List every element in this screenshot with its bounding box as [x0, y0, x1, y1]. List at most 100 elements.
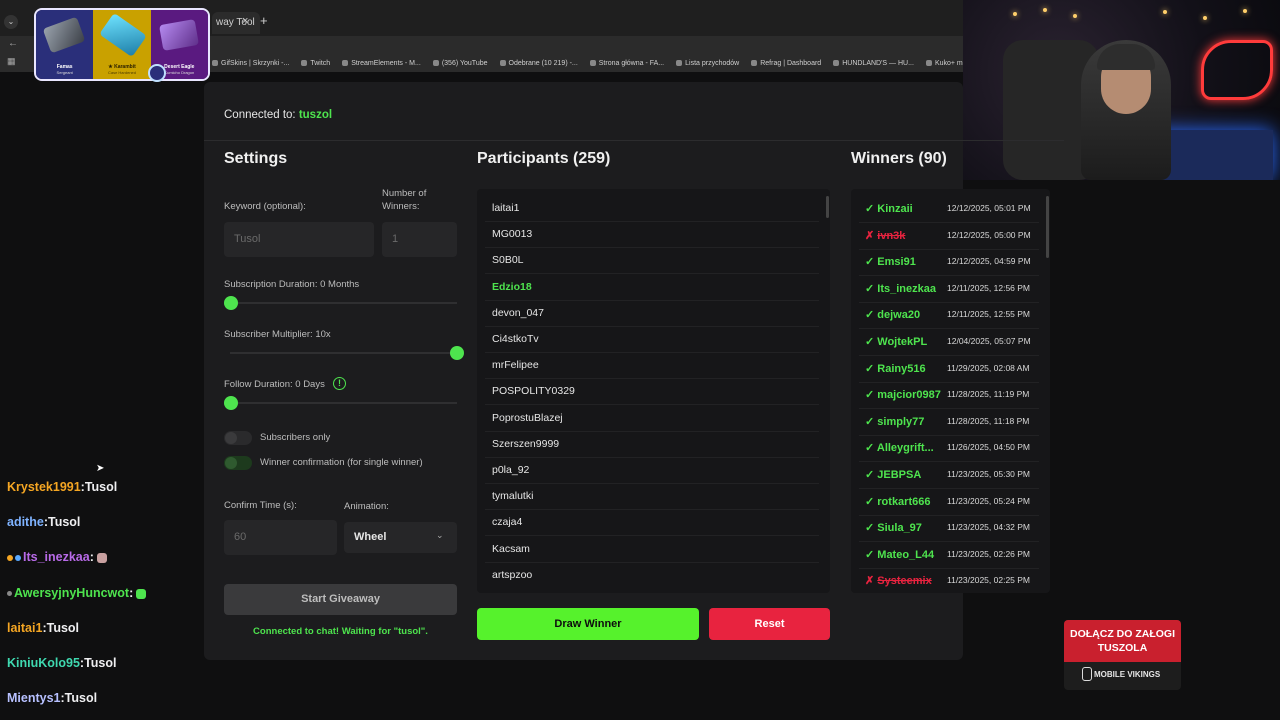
participant-row[interactable]: Szerszen9999 [492, 438, 818, 450]
winner-row[interactable]: ✓ majcior0987 11/28/2025, 11:19 PM [865, 388, 1045, 402]
winner-row[interactable]: ✓ Its_inezkaa 12/11/2025, 12:56 PM [865, 282, 1045, 296]
bookmark-item[interactable]: Refrag | Dashboard [751, 60, 821, 67]
info-icon[interactable]: ! [333, 377, 346, 390]
winner-name: WojtekPL [877, 336, 928, 348]
participant-row[interactable]: MG0013 [492, 228, 818, 240]
winner-name: rotkart666 [877, 495, 931, 508]
back-arrow-icon[interactable]: ← [8, 38, 18, 49]
bookmark-item[interactable]: (356) YouTube [432, 60, 488, 67]
chat-emote-icon [136, 588, 147, 599]
chat-separator: : [89, 550, 94, 564]
participant-row[interactable]: Kacsam [492, 543, 818, 555]
chat-username[interactable]: adithe [7, 515, 44, 529]
check-icon: ✓ [865, 522, 875, 535]
new-tab-button[interactable]: + [260, 13, 268, 28]
chat-username[interactable]: Mientys1 [7, 691, 61, 705]
participant-row[interactable]: Ci4stkoTv [492, 333, 818, 345]
row-divider [859, 488, 1039, 489]
check-icon: ✓ [865, 336, 875, 348]
chat-text: Tusol [46, 621, 80, 635]
winners-count-input[interactable]: 1 [382, 222, 457, 257]
participant-row[interactable]: artspzoo [492, 569, 818, 581]
row-divider [485, 378, 819, 380]
subscribers-only-toggle[interactable] [224, 431, 252, 445]
winner-row[interactable]: ✓ Alleygrift... 11/26/2025, 04:50 PM [865, 441, 1045, 455]
winner-row[interactable]: ✗ ivn3k 12/12/2025, 05:00 PM [865, 229, 1045, 243]
bookmark-item[interactable]: Kuko+ mata dla psa... [925, 60, 963, 67]
chat-message: Its_inezkaa: [7, 550, 107, 564]
winner-row[interactable]: ✓ Rainy516 11/29/2025, 02:08 AM [865, 362, 1045, 376]
sub-duration-slider-knob[interactable] [224, 296, 238, 310]
confirm-time-input[interactable]: 60 [224, 520, 337, 555]
winner-row[interactable]: ✓ JEBPSA 11/23/2025, 05:30 PM [865, 468, 1045, 482]
start-giveaway-button[interactable]: Start Giveaway [224, 584, 457, 615]
apps-grid-icon[interactable]: ▦ [7, 56, 16, 67]
sponsor-banner[interactable]: DOŁĄCZ DO ZAŁOGI TUSZOLA MOBILE VIKINGS [1064, 620, 1181, 690]
participants-scrollbar[interactable] [826, 196, 829, 218]
winners-scrollbar[interactable] [1046, 196, 1049, 258]
winner-name: dejwa20 [877, 309, 921, 322]
fairy-light [1203, 16, 1207, 20]
tab-close-icon[interactable]: × [242, 15, 248, 27]
bookmark-item[interactable]: StreamElements - M... [342, 60, 421, 67]
tab-search-icon[interactable]: ⌄ [4, 15, 18, 29]
bookmark-item[interactable]: HUNDLAND'S — HU... [833, 60, 914, 67]
tab-title: way Tool [216, 17, 255, 28]
chat-text: Tusol [64, 691, 98, 705]
row-divider [859, 541, 1039, 543]
winner-row[interactable]: ✓ Siula_97 11/23/2025, 04:32 PM [865, 521, 1045, 535]
winner-row[interactable]: ✗ Systeemix 11/23/2025, 02:25 PM [865, 574, 1045, 588]
winner-row[interactable]: ✓ rotkart666 11/23/2025, 05:24 PM [865, 495, 1045, 509]
participant-row[interactable]: mrFelipee [492, 359, 818, 371]
chat-username[interactable]: Krystek1991 [7, 480, 81, 494]
winner-name: Systeemix [877, 575, 932, 588]
chat-text: Tusol [47, 515, 81, 529]
participant-row[interactable]: POSPOLITY0329 [492, 385, 818, 397]
winners-list[interactable]: ✓ Kinzaii 12/12/2025, 05:01 PM ✗ ivn3k 12/1… [851, 189, 1050, 593]
row-divider [485, 273, 819, 275]
winner-row[interactable]: ✓ Mateo_L44 11/23/2025, 02:26 PM [865, 548, 1045, 562]
cross-icon: ✗ [865, 575, 875, 588]
winner-row[interactable]: ✓ dejwa20 12/11/2025, 12:55 PM [865, 308, 1045, 322]
bookmark-item[interactable]: Odebrane (10 219) -... [499, 59, 578, 67]
skin-sub: Case Hardened [107, 70, 136, 75]
participant-row[interactable]: czaja4 [492, 516, 818, 528]
winner-row[interactable]: ✓ Kinzaii 12/12/2025, 05:01 PM [865, 202, 1045, 216]
winner-row[interactable]: ✓ simply77 11/28/2025, 11:18 PM [865, 415, 1045, 429]
chat-message: Krystek1991:Tusol [7, 480, 117, 494]
chat-username[interactable]: Its_inezkaa [23, 550, 90, 564]
sub-multiplier-slider-knob[interactable] [450, 346, 464, 360]
bookmark-item[interactable]: Strona główna - FA... [589, 60, 664, 67]
participant-row[interactable]: S0B0L [492, 254, 818, 266]
bookmark-label: GifSkins | Skrzynki -... [221, 59, 290, 67]
chat-username[interactable]: laitai1 [7, 621, 42, 635]
chat-username[interactable]: AwersyjnyHuncwot [14, 586, 129, 600]
keyword-input[interactable]: Tusol [224, 222, 374, 257]
participant-row[interactable]: PoprostuBlazej [492, 412, 818, 424]
winner-row[interactable]: ✓ WojtekPL 12/04/2025, 05:07 PM [865, 335, 1045, 349]
participants-list[interactable]: laitai1 MG0013 S0B0L Edzio18 devon_047 Ci4stk… [477, 189, 830, 593]
bookmark-item[interactable]: GifSkins | Skrzynki -... [212, 60, 289, 67]
winner-confirmation-toggle[interactable] [224, 456, 252, 470]
bookmark-item[interactable]: Twitch [301, 60, 330, 67]
draw-winner-button[interactable]: Draw Winner [477, 608, 699, 640]
participant-row[interactable]: laitai1 [492, 202, 818, 214]
participant-row[interactable]: devon_047 [492, 307, 818, 319]
winner-row[interactable]: ✓ Emsi91 12/12/2025, 04:59 PM [865, 255, 1045, 269]
participant-row[interactable]: Edzio18 [492, 281, 818, 293]
bookmark-label: Odebrane (10 219) -... [508, 59, 578, 67]
follow-duration-slider-knob[interactable] [224, 396, 238, 410]
winner-date: 11/28/2025, 11:19 PM [947, 389, 1030, 400]
participant-row[interactable]: p0la_92 [492, 464, 818, 476]
connected-banner: Connected to: tuszol [224, 109, 332, 121]
browser-tab-active[interactable]: way Tool [212, 12, 260, 34]
check-icon: ✓ [865, 203, 875, 215]
reset-button[interactable]: Reset [709, 608, 830, 640]
bookmark-item[interactable]: Lista przychodów [676, 60, 739, 67]
follow-duration-slider-track [230, 402, 457, 404]
participant-row[interactable]: tymalutki [492, 490, 818, 502]
bookmark-favicon-icon [676, 60, 683, 66]
winner-date: 11/23/2025, 04:32 PM [947, 522, 1031, 533]
row-divider [485, 535, 819, 537]
chat-username[interactable]: KiniuKolo95 [7, 656, 80, 670]
